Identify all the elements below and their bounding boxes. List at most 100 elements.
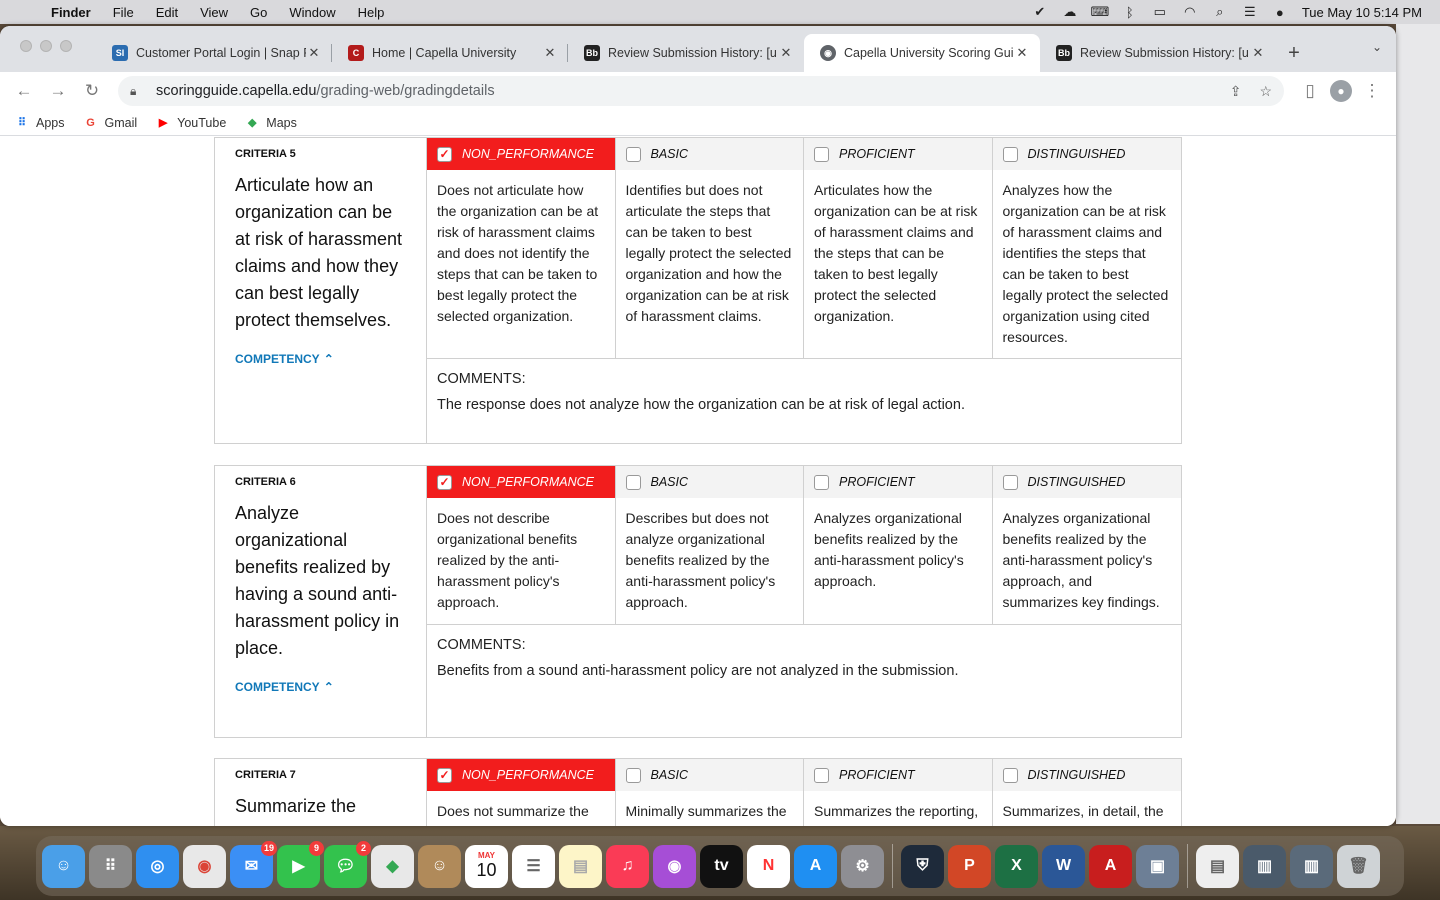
close-window-button[interactable]	[20, 40, 32, 52]
checkbox-checked[interactable]: ✓	[437, 767, 452, 783]
competency-toggle[interactable]: COMPETENCY ⌃	[235, 680, 406, 694]
apple-tv-icon[interactable]: tv	[700, 844, 743, 888]
control-center-icon[interactable]: ☰	[1242, 4, 1258, 19]
tab-capella-home[interactable]: C Home | Capella University ✕	[332, 34, 568, 72]
spotlight-search-icon[interactable]: ⌕	[1212, 4, 1228, 19]
bookmark-maps[interactable]: ◆ Maps	[244, 116, 297, 130]
forward-button[interactable]: →	[44, 77, 72, 105]
maps-app-icon[interactable]: ◆	[371, 844, 414, 888]
podcasts-icon[interactable]: ◉	[653, 844, 696, 888]
checkbox[interactable]	[814, 474, 829, 490]
mail-icon[interactable]: ✉ 19	[230, 840, 277, 888]
document-icon[interactable]: ▤	[1196, 844, 1239, 888]
level-basic[interactable]: BASIC Describes but does not analyze org…	[615, 466, 804, 624]
safari-icon[interactable]: ◎	[136, 844, 179, 888]
keyboard-icon[interactable]: ⌨	[1090, 4, 1109, 19]
bookmark-youtube[interactable]: ▶ YouTube	[155, 116, 226, 130]
checkbox[interactable]	[1002, 474, 1018, 490]
close-tab-icon[interactable]: ✕	[1014, 45, 1030, 61]
tab-review-submission-2[interactable]: Bb Review Submission History: [u ✕	[1040, 34, 1276, 72]
competency-toggle[interactable]: COMPETENCY ⌃	[235, 352, 406, 366]
share-icon[interactable]: ⇪	[1230, 83, 1242, 100]
level-non-performance[interactable]: ✓ NON_PERFORMANCE Does not summarize the	[427, 759, 616, 826]
bluetooth-icon[interactable]: ᛒ	[1122, 5, 1138, 20]
zoom-window-button[interactable]	[60, 40, 72, 52]
screenshots-stack-icon[interactable]: ▥	[1290, 844, 1333, 888]
finder-icon[interactable]: ☺	[42, 844, 85, 888]
messages-icon[interactable]: 💬︎ 2	[324, 840, 371, 888]
menubar-clock[interactable]: Tue May 10 5:14 PM	[1302, 5, 1422, 20]
minimize-window-button[interactable]	[40, 40, 52, 52]
launchpad-icon[interactable]: ⠿	[89, 844, 132, 888]
level-basic[interactable]: BASIC Minimally summarizes the	[615, 759, 804, 826]
side-panel-icon[interactable]: ▯	[1296, 77, 1324, 105]
level-distinguished[interactable]: DISTINGUISHED Analyzes organizational be…	[992, 466, 1181, 624]
news-icon[interactable]: N	[747, 844, 790, 888]
close-tab-icon[interactable]: ✕	[542, 45, 558, 61]
level-proficient[interactable]: PROFICIENT Analyzes organizational benef…	[804, 466, 993, 624]
level-proficient[interactable]: PROFICIENT Summarizes the reporting,	[804, 759, 993, 826]
close-tab-icon[interactable]: ✕	[1250, 45, 1266, 61]
checkbox[interactable]	[625, 146, 641, 162]
checkbox-checked[interactable]: ✓	[437, 146, 452, 162]
level-distinguished[interactable]: DISTINGUISHED Analyzes how the organizat…	[992, 138, 1181, 358]
reminders-icon[interactable]: ☰	[512, 844, 555, 888]
back-button[interactable]: ←	[10, 77, 38, 105]
checkbox[interactable]	[625, 767, 641, 783]
security-app-icon[interactable]: ⛨	[901, 844, 944, 888]
menu-app-name[interactable]: Finder	[40, 5, 102, 20]
music-icon[interactable]: ♫	[606, 844, 649, 888]
tab-search-chevron-icon[interactable]: ⌄	[1372, 40, 1382, 54]
tab-snap-portal[interactable]: SI Customer Portal Login | Snap Fi ✕	[96, 34, 332, 72]
tab-review-submission[interactable]: Bb Review Submission History: [u ✕	[568, 34, 804, 72]
siri-icon[interactable]: ●	[1272, 5, 1288, 20]
excel-icon[interactable]: X	[995, 844, 1038, 888]
menu-go[interactable]: Go	[239, 5, 278, 20]
level-distinguished[interactable]: DISTINGUISHED Summarizes, in detail, the	[992, 759, 1181, 826]
trash-icon[interactable]: 🗑︎	[1337, 844, 1380, 888]
battery-icon[interactable]: ▭	[1152, 4, 1168, 19]
menu-file[interactable]: File	[102, 5, 145, 20]
powerpoint-icon[interactable]: P	[948, 844, 991, 888]
chrome-menu-icon[interactable]: ⋮	[1358, 77, 1386, 105]
menu-window[interactable]: Window	[278, 5, 346, 20]
acrobat-icon[interactable]: A	[1089, 844, 1132, 888]
menu-help[interactable]: Help	[347, 5, 396, 20]
level-non-performance[interactable]: ✓ NON_PERFORMANCE Does not articulate how…	[427, 138, 616, 358]
calendar-icon[interactable]: MAY 10	[465, 844, 508, 888]
new-tab-button[interactable]: +	[1276, 34, 1312, 72]
contacts-icon[interactable]: ☺	[418, 844, 461, 888]
checkbox[interactable]	[1002, 146, 1018, 162]
bookmark-gmail[interactable]: G Gmail	[83, 116, 137, 130]
reload-button[interactable]: ↻	[78, 77, 106, 105]
lock-icon[interactable]: 🔒︎	[130, 84, 144, 99]
bookmark-star-icon[interactable]: ☆	[1259, 83, 1272, 100]
profile-avatar[interactable]: ●	[1330, 80, 1352, 102]
checkbox[interactable]	[814, 767, 829, 783]
bookmark-apps[interactable]: ⠿ Apps	[14, 116, 65, 130]
close-tab-icon[interactable]: ✕	[306, 45, 322, 61]
menu-view[interactable]: View	[189, 5, 239, 20]
wifi-icon[interactable]: ◠	[1182, 4, 1198, 19]
checkbox-checked[interactable]: ✓	[437, 474, 452, 490]
app-store-icon[interactable]: A	[794, 844, 837, 888]
level-basic[interactable]: BASIC Identifies but does not articulate…	[615, 138, 804, 358]
creative-cloud-icon[interactable]: ☁	[1062, 4, 1078, 19]
word-icon[interactable]: W	[1042, 844, 1085, 888]
checkbox[interactable]	[814, 146, 829, 162]
downloads-stack-icon[interactable]: ▥	[1243, 844, 1286, 888]
preview-icon[interactable]: ▣	[1136, 844, 1179, 888]
level-non-performance[interactable]: ✓ NON_PERFORMANCE Does not describe organ…	[427, 466, 616, 624]
menu-edit[interactable]: Edit	[145, 5, 189, 20]
checkbox[interactable]	[625, 474, 641, 490]
address-bar[interactable]: 🔒︎ scoringguide.capella.edu/grading-web/…	[118, 76, 1284, 106]
grammarly-icon[interactable]: ✔	[1032, 4, 1048, 19]
chrome-icon[interactable]: ◉	[183, 844, 226, 888]
close-tab-icon[interactable]: ✕	[778, 45, 794, 61]
notes-icon[interactable]: ▤	[559, 844, 602, 888]
facetime-icon[interactable]: ▶ 9	[277, 840, 324, 888]
tab-scoring-guide[interactable]: ◉ Capella University Scoring Gui ✕	[804, 34, 1040, 72]
checkbox[interactable]	[1002, 767, 1018, 783]
level-proficient[interactable]: PROFICIENT Articulates how the organizat…	[804, 138, 993, 358]
system-preferences-icon[interactable]: ⚙	[841, 844, 884, 888]
